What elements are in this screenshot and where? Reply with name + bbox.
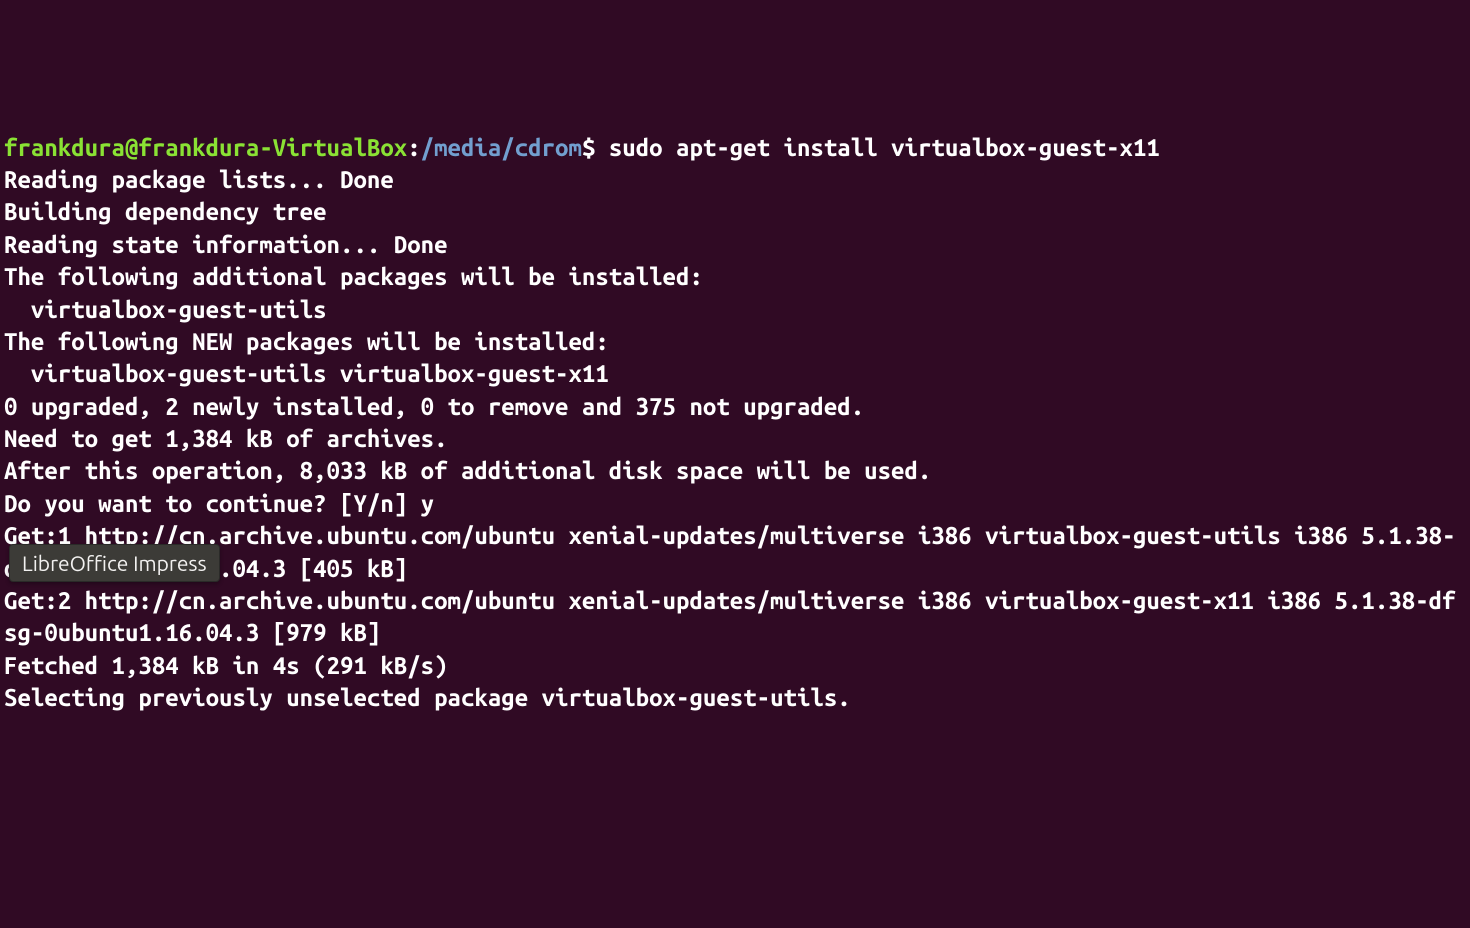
output-line: Do you want to continue? [Y/n] y — [4, 490, 434, 517]
output-line: 0 upgraded, 2 newly installed, 0 to remo… — [4, 393, 864, 420]
output-line: Need to get 1,384 kB of archives. — [4, 425, 448, 452]
prompt-sigil: $ — [582, 134, 595, 161]
output-line: After this operation, 8,033 kB of additi… — [4, 457, 931, 484]
tooltip-libreoffice-impress: LibreOffice Impress — [9, 544, 220, 582]
output-line: Get:1 http://cn.archive.ubuntu.com/ubunt… — [4, 522, 1456, 581]
output-line: Reading package lists... Done — [4, 166, 394, 193]
output-line: virtualbox-guest-utils — [4, 296, 327, 323]
output-line: Selecting previously unselected package … — [4, 684, 851, 711]
prompt-path: /media/cdrom — [421, 134, 582, 161]
prompt-sep: : — [407, 134, 420, 161]
output-line: The following NEW packages will be insta… — [4, 328, 609, 355]
output-line: Reading state information... Done — [4, 231, 448, 258]
output-line: The following additional packages will b… — [4, 263, 703, 290]
output-line: Building dependency tree — [4, 198, 327, 225]
command-input[interactable]: sudo apt-get install virtualbox-guest-x1… — [595, 134, 1159, 161]
output-line: virtualbox-guest-utils virtualbox-guest-… — [4, 360, 609, 387]
terminal-window[interactable]: frankdura@frankdura-VirtualBox:/media/cd… — [4, 132, 1466, 766]
output-line: Fetched 1,384 kB in 4s (291 kB/s) — [4, 652, 448, 679]
prompt-user-host: frankdura@frankdura-VirtualBox — [4, 134, 407, 161]
